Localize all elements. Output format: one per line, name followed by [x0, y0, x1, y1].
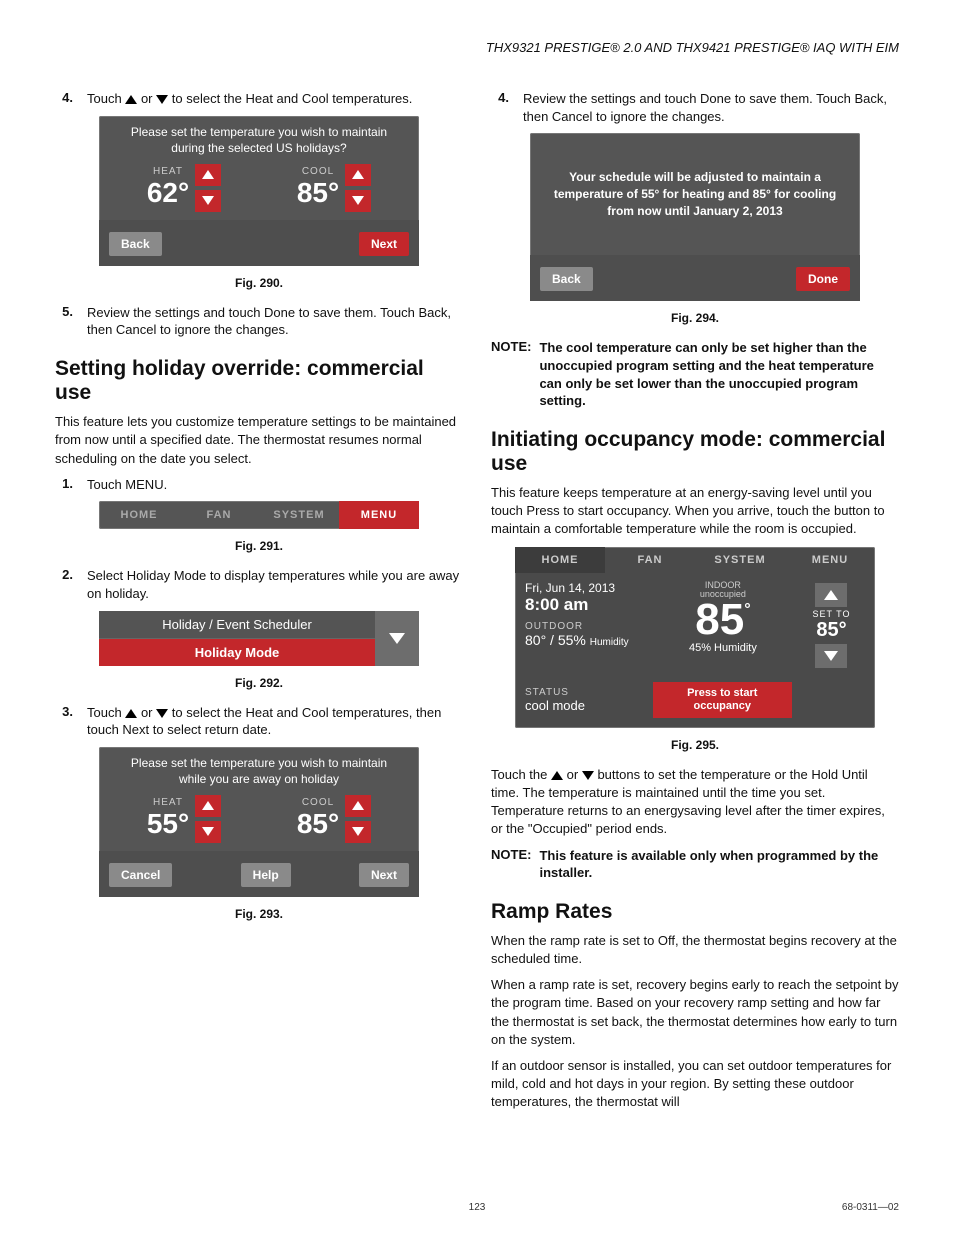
status-label: STATUS [525, 687, 645, 698]
help-button[interactable]: Help [241, 863, 291, 887]
thermostat-screen-290: Please set the temperature you wish to m… [99, 116, 419, 266]
cool-up-button[interactable] [345, 795, 371, 817]
press-to-start-button[interactable]: Press to start occupancy [653, 682, 792, 718]
step-text: Touch MENU. [87, 476, 463, 494]
step-number: 4. [491, 90, 509, 125]
tab-system[interactable]: SYSTEM [695, 547, 785, 573]
tab-menu[interactable]: MENU [785, 547, 875, 573]
thermostat-tabs-291: HOME FAN SYSTEM MENU [99, 501, 419, 529]
thermostat-screen-294: Your schedule will be adjusted to mainta… [530, 133, 860, 301]
heat-label: HEAT [147, 797, 189, 808]
triangle-up-icon [125, 709, 137, 718]
tab-fan[interactable]: FAN [605, 547, 695, 573]
temp-down-button[interactable] [815, 644, 847, 668]
page-header: THX9321 PRESTIGE® 2.0 AND THX9421 PRESTI… [55, 40, 899, 55]
heat-label: HEAT [147, 166, 189, 177]
thermostat-home-295: HOME FAN SYSTEM MENU Fri, Jun 14, 2013 8… [515, 547, 875, 728]
heat-value: 62° [147, 177, 189, 209]
heat-value: 55° [147, 808, 189, 840]
next-button[interactable]: Next [359, 232, 409, 256]
paragraph: This feature lets you customize temperat… [55, 413, 463, 468]
step-text: Review the settings and touch Done to sa… [87, 304, 463, 339]
heat-down-button[interactable] [195, 190, 221, 212]
done-button[interactable]: Done [796, 267, 850, 291]
screen-message: Your schedule will be adjusted to mainta… [530, 133, 860, 255]
paragraph: If an outdoor sensor is installed, you c… [491, 1057, 899, 1112]
outdoor-value: 80° / 55% Humidity [525, 632, 648, 648]
heat-up-button[interactable] [195, 795, 221, 817]
set-to-value: 85° [798, 619, 865, 642]
section-heading: Ramp Rates [491, 900, 899, 924]
page-number: 123 [469, 1202, 486, 1213]
paragraph: Touch the or buttons to set the temperat… [491, 766, 899, 839]
triangle-down-icon [156, 95, 168, 104]
step-number: 5. [55, 304, 73, 339]
outdoor-label: OUTDOOR [525, 621, 648, 632]
screen-message: Please set the temperature you wish to m… [99, 747, 419, 791]
step-number: 1. [55, 476, 73, 494]
next-button[interactable]: Next [359, 863, 409, 887]
figure-caption: Fig. 291. [55, 539, 463, 553]
triangle-down-icon [582, 771, 594, 780]
paragraph: When the ramp rate is set to Off, the th… [491, 932, 899, 968]
scroll-down-button[interactable] [375, 611, 419, 666]
time-display: 8:00 am [525, 595, 648, 615]
cool-value: 85° [297, 808, 339, 840]
heat-up-button[interactable] [195, 164, 221, 186]
step-number: 2. [55, 567, 73, 602]
section-heading: Initiating occupancy mode: commercial us… [491, 428, 899, 476]
cool-down-button[interactable] [345, 190, 371, 212]
note-label: NOTE: [491, 339, 531, 409]
status-value: cool mode [525, 698, 645, 713]
figure-caption: Fig. 293. [55, 907, 463, 921]
back-button[interactable]: Back [109, 232, 162, 256]
step-text: Review the settings and touch Done to sa… [523, 90, 899, 125]
note-label: NOTE: [491, 847, 531, 882]
cool-value: 85° [297, 177, 339, 209]
tab-menu[interactable]: MENU [339, 501, 419, 529]
figure-caption: Fig. 295. [491, 738, 899, 752]
screen-message: Please set the temperature you wish to m… [99, 116, 419, 160]
menu-item-holiday-scheduler[interactable]: Holiday / Event Scheduler [99, 611, 375, 639]
step-text: Touch or to select the Heat and Cool tem… [87, 704, 463, 739]
triangle-up-icon [125, 95, 137, 104]
set-to-label: SET TO [798, 609, 865, 619]
page-footer: 123 68-0311—02 [55, 1202, 899, 1213]
triangle-down-icon [156, 709, 168, 718]
tab-system[interactable]: SYSTEM [259, 501, 339, 529]
step-number: 3. [55, 704, 73, 739]
step-text: Touch or to select the Heat and Cool tem… [87, 90, 463, 108]
paragraph: This feature keeps temperature at an ene… [491, 484, 899, 539]
cool-up-button[interactable] [345, 164, 371, 186]
note-text: The cool temperature can only be set hig… [539, 339, 899, 409]
doc-number: 68-0311—02 [842, 1202, 899, 1213]
step-text: Select Holiday Mode to display temperatu… [87, 567, 463, 602]
indoor-temp: 85° [656, 600, 790, 640]
tab-home[interactable]: HOME [99, 501, 179, 529]
cool-label: COOL [297, 797, 339, 808]
menu-item-holiday-mode[interactable]: Holiday Mode [99, 639, 375, 666]
heat-down-button[interactable] [195, 821, 221, 843]
paragraph: When a ramp rate is set, recovery begins… [491, 976, 899, 1049]
figure-caption: Fig. 290. [55, 276, 463, 290]
figure-caption: Fig. 292. [55, 676, 463, 690]
left-column: 4. Touch or to select the Heat and Cool t… [55, 90, 463, 1120]
cool-label: COOL [297, 166, 339, 177]
temp-up-button[interactable] [815, 583, 847, 607]
figure-caption: Fig. 294. [491, 311, 899, 325]
triangle-up-icon [551, 771, 563, 780]
menu-list-292: Holiday / Event Scheduler Holiday Mode [99, 611, 419, 666]
cool-down-button[interactable] [345, 821, 371, 843]
date-display: Fri, Jun 14, 2013 [525, 581, 648, 595]
back-button[interactable]: Back [540, 267, 593, 291]
tab-fan[interactable]: FAN [179, 501, 259, 529]
note-text: This feature is available only when prog… [539, 847, 899, 882]
cancel-button[interactable]: Cancel [109, 863, 172, 887]
tab-home[interactable]: HOME [515, 547, 605, 573]
thermostat-screen-293: Please set the temperature you wish to m… [99, 747, 419, 897]
step-number: 4. [55, 90, 73, 108]
section-heading: Setting holiday override: commercial use [55, 357, 463, 405]
right-column: 4. Review the settings and touch Done to … [491, 90, 899, 1120]
